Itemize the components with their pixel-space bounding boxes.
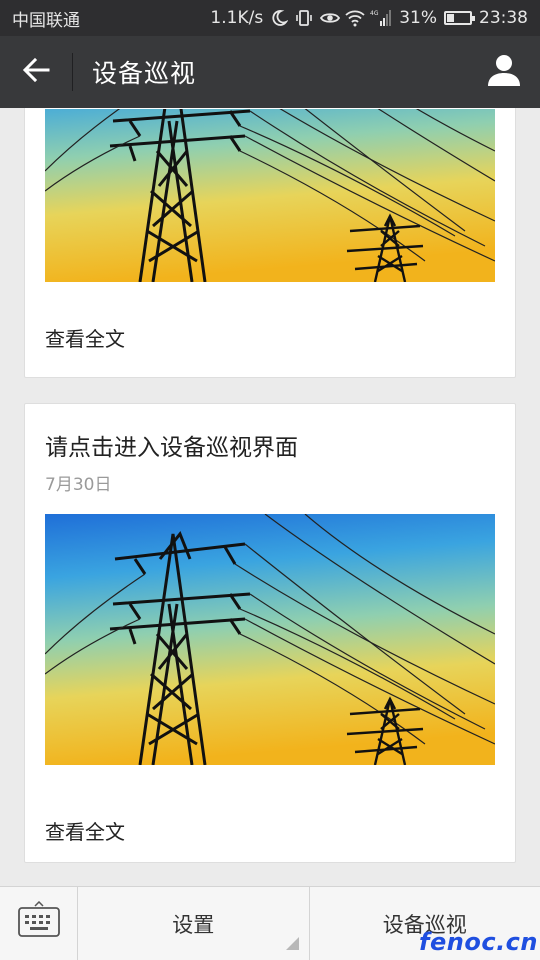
article-title[interactable]: 请点击进入设备巡视界面	[45, 428, 298, 462]
article-cover-image[interactable]	[45, 109, 495, 282]
article-card[interactable]: 查看全文	[24, 108, 516, 378]
message-list[interactable]: 查看全文 请点击进入设备巡视界面 7月30日 查看全文	[0, 108, 540, 886]
vibrate-icon	[295, 9, 313, 27]
keyboard-icon	[17, 907, 60, 941]
clock: 23:38	[479, 8, 528, 28]
article-date: 7月30日	[45, 475, 112, 495]
power-tower-image	[45, 109, 495, 282]
wifi-icon	[345, 9, 365, 27]
eye-icon	[320, 9, 341, 27]
page-title: 设备巡视	[92, 59, 197, 88]
menu-device-inspection[interactable]: 设备巡视 fenoc.cn	[308, 887, 540, 960]
read-more-link[interactable]: 查看全文	[45, 816, 125, 845]
bottom-menu: 设置 设备巡视 fenoc.cn	[0, 886, 540, 960]
status-bar: 中国联通 1.1K/s 4G 31% 23:38	[0, 0, 540, 36]
menu-settings[interactable]: 设置	[78, 887, 309, 960]
submenu-indicator-icon	[285, 937, 299, 950]
caret-up-icon	[34, 901, 44, 907]
battery-percent: 31%	[399, 8, 437, 28]
article-card[interactable]: 请点击进入设备巡视界面 7月30日 查看全文	[24, 403, 516, 863]
signal-icon: 4G	[370, 9, 392, 27]
power-tower-image	[45, 514, 495, 765]
watermark: fenoc.cn	[419, 928, 538, 956]
arrow-left-icon	[22, 56, 50, 88]
read-more-link[interactable]: 查看全文	[45, 323, 125, 352]
net-speed: 1.1K/s	[210, 8, 264, 28]
back-button[interactable]	[0, 36, 72, 108]
moon-icon	[270, 9, 289, 27]
title-bar: 设备巡视	[0, 36, 540, 108]
status-icons: 1.1K/s 4G 31% 23:38	[210, 8, 528, 28]
carrier-name: 中国联通	[12, 10, 80, 31]
battery-icon	[444, 11, 475, 25]
official-account-profile-button[interactable]	[468, 36, 540, 108]
person-icon	[487, 54, 521, 90]
menu-label: 设置	[172, 912, 215, 937]
article-cover-image[interactable]	[45, 514, 495, 765]
network-type: 4G	[370, 10, 379, 17]
keyboard-toggle-button[interactable]	[0, 887, 78, 960]
title-divider	[72, 53, 73, 91]
